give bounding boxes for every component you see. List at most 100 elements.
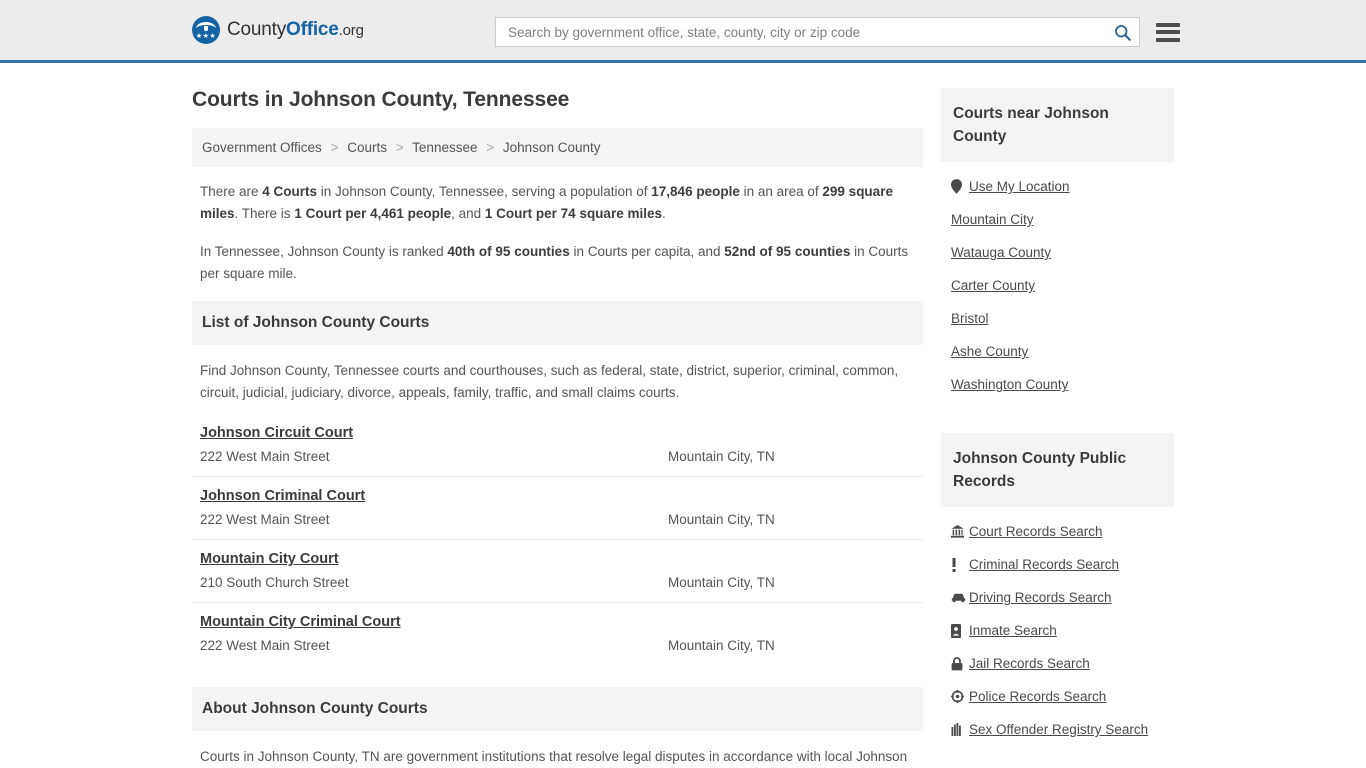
- sidebar-item-driving-records-search[interactable]: Driving Records Search: [941, 581, 1174, 614]
- sidebar-item-court-records-search[interactable]: Court Records Search: [941, 515, 1174, 548]
- logo-text-county: County: [227, 19, 287, 40]
- car-icon: [951, 592, 969, 603]
- police-badge-icon: [951, 690, 969, 703]
- sidebar-item-use-my-location[interactable]: Use My Location: [941, 170, 1174, 203]
- sidebar-item-label[interactable]: Washington County: [951, 377, 1068, 392]
- sidebar-records-list: Court Records Search Criminal Records Se…: [941, 507, 1174, 746]
- stat-population: 17,846 people: [651, 184, 740, 199]
- exclamation-icon: [951, 557, 969, 572]
- court-name-link[interactable]: Mountain City Court: [200, 551, 339, 567]
- breadcrumb-separator: >: [395, 140, 404, 155]
- site-logo[interactable]: ★★★ CountyOffice.org: [192, 16, 364, 44]
- sidebar-item-label[interactable]: Jail Records Search: [969, 656, 1090, 671]
- court-detail: 222 West Main Street Mountain City, TN: [200, 449, 915, 464]
- sidebar-item-ashe-county[interactable]: Ashe County: [941, 335, 1174, 368]
- hamburger-menu-icon[interactable]: [1156, 22, 1180, 42]
- logo-text-org: .org: [338, 22, 364, 39]
- header-search-area: [495, 17, 1180, 47]
- site-header: ★★★ CountyOffice.org: [0, 0, 1366, 63]
- sidebar-item-mountain-city[interactable]: Mountain City: [941, 203, 1174, 236]
- sidebar-item-label[interactable]: Watauga County: [951, 245, 1051, 260]
- court-name-link[interactable]: Johnson Criminal Court: [200, 488, 365, 504]
- logo-text-office: Office: [286, 19, 339, 40]
- court-name-link[interactable]: Mountain City Criminal Court: [200, 614, 401, 630]
- sidebar-item-criminal-records-search[interactable]: Criminal Records Search: [941, 548, 1174, 581]
- court-city: Mountain City, TN: [668, 575, 775, 590]
- table-row[interactable]: Mountain City Court 210 South Church Str…: [192, 540, 923, 603]
- intro-paragraph-rankings: In Tennessee, Johnson County is ranked 4…: [200, 241, 922, 285]
- page-body: Courts in Johnson County, Tennessee Gove…: [0, 63, 1366, 768]
- sidebar-item-label[interactable]: Sex Offender Registry Search: [969, 722, 1148, 737]
- sidebar-item-label[interactable]: Court Records Search: [969, 524, 1103, 539]
- stat-courts-per-area: 1 Court per 74 square miles: [484, 206, 662, 221]
- sidebar-item-inmate-search[interactable]: Inmate Search: [941, 614, 1174, 647]
- sidebar-header-nearby-courts: Courts near Johnson County: [941, 88, 1174, 162]
- sidebar-item-label[interactable]: Bristol: [951, 311, 989, 326]
- court-city: Mountain City, TN: [668, 512, 775, 527]
- search-icon[interactable]: [1111, 21, 1133, 43]
- intro-statistics: There are 4 Courts in Johnson County, Te…: [192, 167, 923, 285]
- intro-text: .: [661, 206, 666, 221]
- court-detail: 222 West Main Street Mountain City, TN: [200, 512, 915, 527]
- stat-rank-per-capita: 40th of 95 counties: [447, 244, 570, 259]
- sidebar-header-public-records: Johnson County Public Records: [941, 433, 1174, 507]
- breadcrumb-item-johnson-county[interactable]: Johnson County: [503, 140, 601, 155]
- page-title: Courts in Johnson County, Tennessee: [192, 88, 570, 111]
- court-address: 222 West Main Street: [200, 638, 330, 653]
- intro-text: , and: [451, 206, 485, 221]
- breadcrumb-item-government-offices[interactable]: Government Offices: [202, 140, 322, 155]
- section-header-list-of-courts: List of Johnson County Courts: [192, 301, 923, 345]
- sidebar-item-label[interactable]: Use My Location: [969, 179, 1070, 194]
- lock-icon: [951, 656, 969, 671]
- sidebar-item-sex-offender-registry-search[interactable]: Sex Offender Registry Search: [941, 713, 1174, 746]
- sidebar-item-washington-county[interactable]: Washington County: [941, 368, 1174, 401]
- map-pin-icon: [951, 179, 969, 194]
- id-badge-icon: [951, 623, 969, 638]
- search-box[interactable]: [495, 17, 1140, 47]
- sidebar-item-police-records-search[interactable]: Police Records Search: [941, 680, 1174, 713]
- intro-text: In Tennessee, Johnson County is ranked: [200, 244, 448, 259]
- search-input[interactable]: [506, 23, 1111, 41]
- fingerprint-icon: [951, 723, 969, 736]
- list-section-description: Find Johnson County, Tennessee courts an…: [200, 363, 899, 400]
- sidebar-nearby-list: Use My Location Mountain City Watauga Co…: [941, 162, 1174, 401]
- intro-text: There are: [200, 184, 263, 199]
- sidebar-item-label[interactable]: Carter County: [951, 278, 1035, 293]
- sidebar: Courts near Johnson County Use My Locati…: [941, 63, 1174, 746]
- main-content: Courts in Johnson County, Tennessee Gove…: [192, 63, 923, 768]
- sidebar-item-label[interactable]: Driving Records Search: [969, 590, 1112, 605]
- table-row[interactable]: Mountain City Criminal Court 222 West Ma…: [192, 603, 923, 665]
- sidebar-item-watauga-county[interactable]: Watauga County: [941, 236, 1174, 269]
- court-name-link[interactable]: Johnson Circuit Court: [200, 425, 353, 441]
- sidebar-item-label[interactable]: Police Records Search: [969, 689, 1106, 704]
- stat-rank-per-square-mile: 52nd of 95 counties: [724, 244, 851, 259]
- sidebar-item-carter-county[interactable]: Carter County: [941, 269, 1174, 302]
- logo-wordmark: CountyOffice.org: [227, 19, 364, 41]
- table-row[interactable]: Johnson Criminal Court 222 West Main Str…: [192, 477, 923, 540]
- about-section-body: Courts in Johnson County, TN are governm…: [200, 749, 908, 764]
- section-header-about-courts: About Johnson County Courts: [192, 687, 923, 731]
- breadcrumb-item-tennessee[interactable]: Tennessee: [412, 140, 477, 155]
- court-city: Mountain City, TN: [668, 638, 775, 653]
- sidebar-item-jail-records-search[interactable]: Jail Records Search: [941, 647, 1174, 680]
- breadcrumb: Government Offices > Courts > Tennessee …: [192, 128, 923, 167]
- stat-court-count: 4 Courts: [262, 184, 318, 199]
- court-address: 222 West Main Street: [200, 512, 330, 527]
- breadcrumb-item-courts[interactable]: Courts: [347, 140, 387, 155]
- court-detail: 210 South Church Street Mountain City, T…: [200, 575, 915, 590]
- court-list: Johnson Circuit Court 222 West Main Stre…: [192, 414, 923, 665]
- sidebar-item-label[interactable]: Mountain City: [951, 212, 1034, 227]
- sidebar-item-bristol[interactable]: Bristol: [941, 302, 1174, 335]
- sidebar-item-label[interactable]: Ashe County: [951, 344, 1028, 359]
- courthouse-icon: [951, 525, 969, 538]
- breadcrumb-separator: >: [486, 140, 495, 155]
- court-address: 222 West Main Street: [200, 449, 330, 464]
- table-row[interactable]: Johnson Circuit Court 222 West Main Stre…: [192, 414, 923, 477]
- sidebar-item-label[interactable]: Inmate Search: [969, 623, 1057, 638]
- intro-paragraph-counts: There are 4 Courts in Johnson County, Te…: [200, 181, 922, 225]
- eagle-logo-icon: ★★★: [192, 16, 220, 44]
- court-city: Mountain City, TN: [668, 449, 775, 464]
- breadcrumb-separator: >: [330, 140, 339, 155]
- sidebar-item-label[interactable]: Criminal Records Search: [969, 557, 1119, 572]
- court-detail: 222 West Main Street Mountain City, TN: [200, 638, 915, 653]
